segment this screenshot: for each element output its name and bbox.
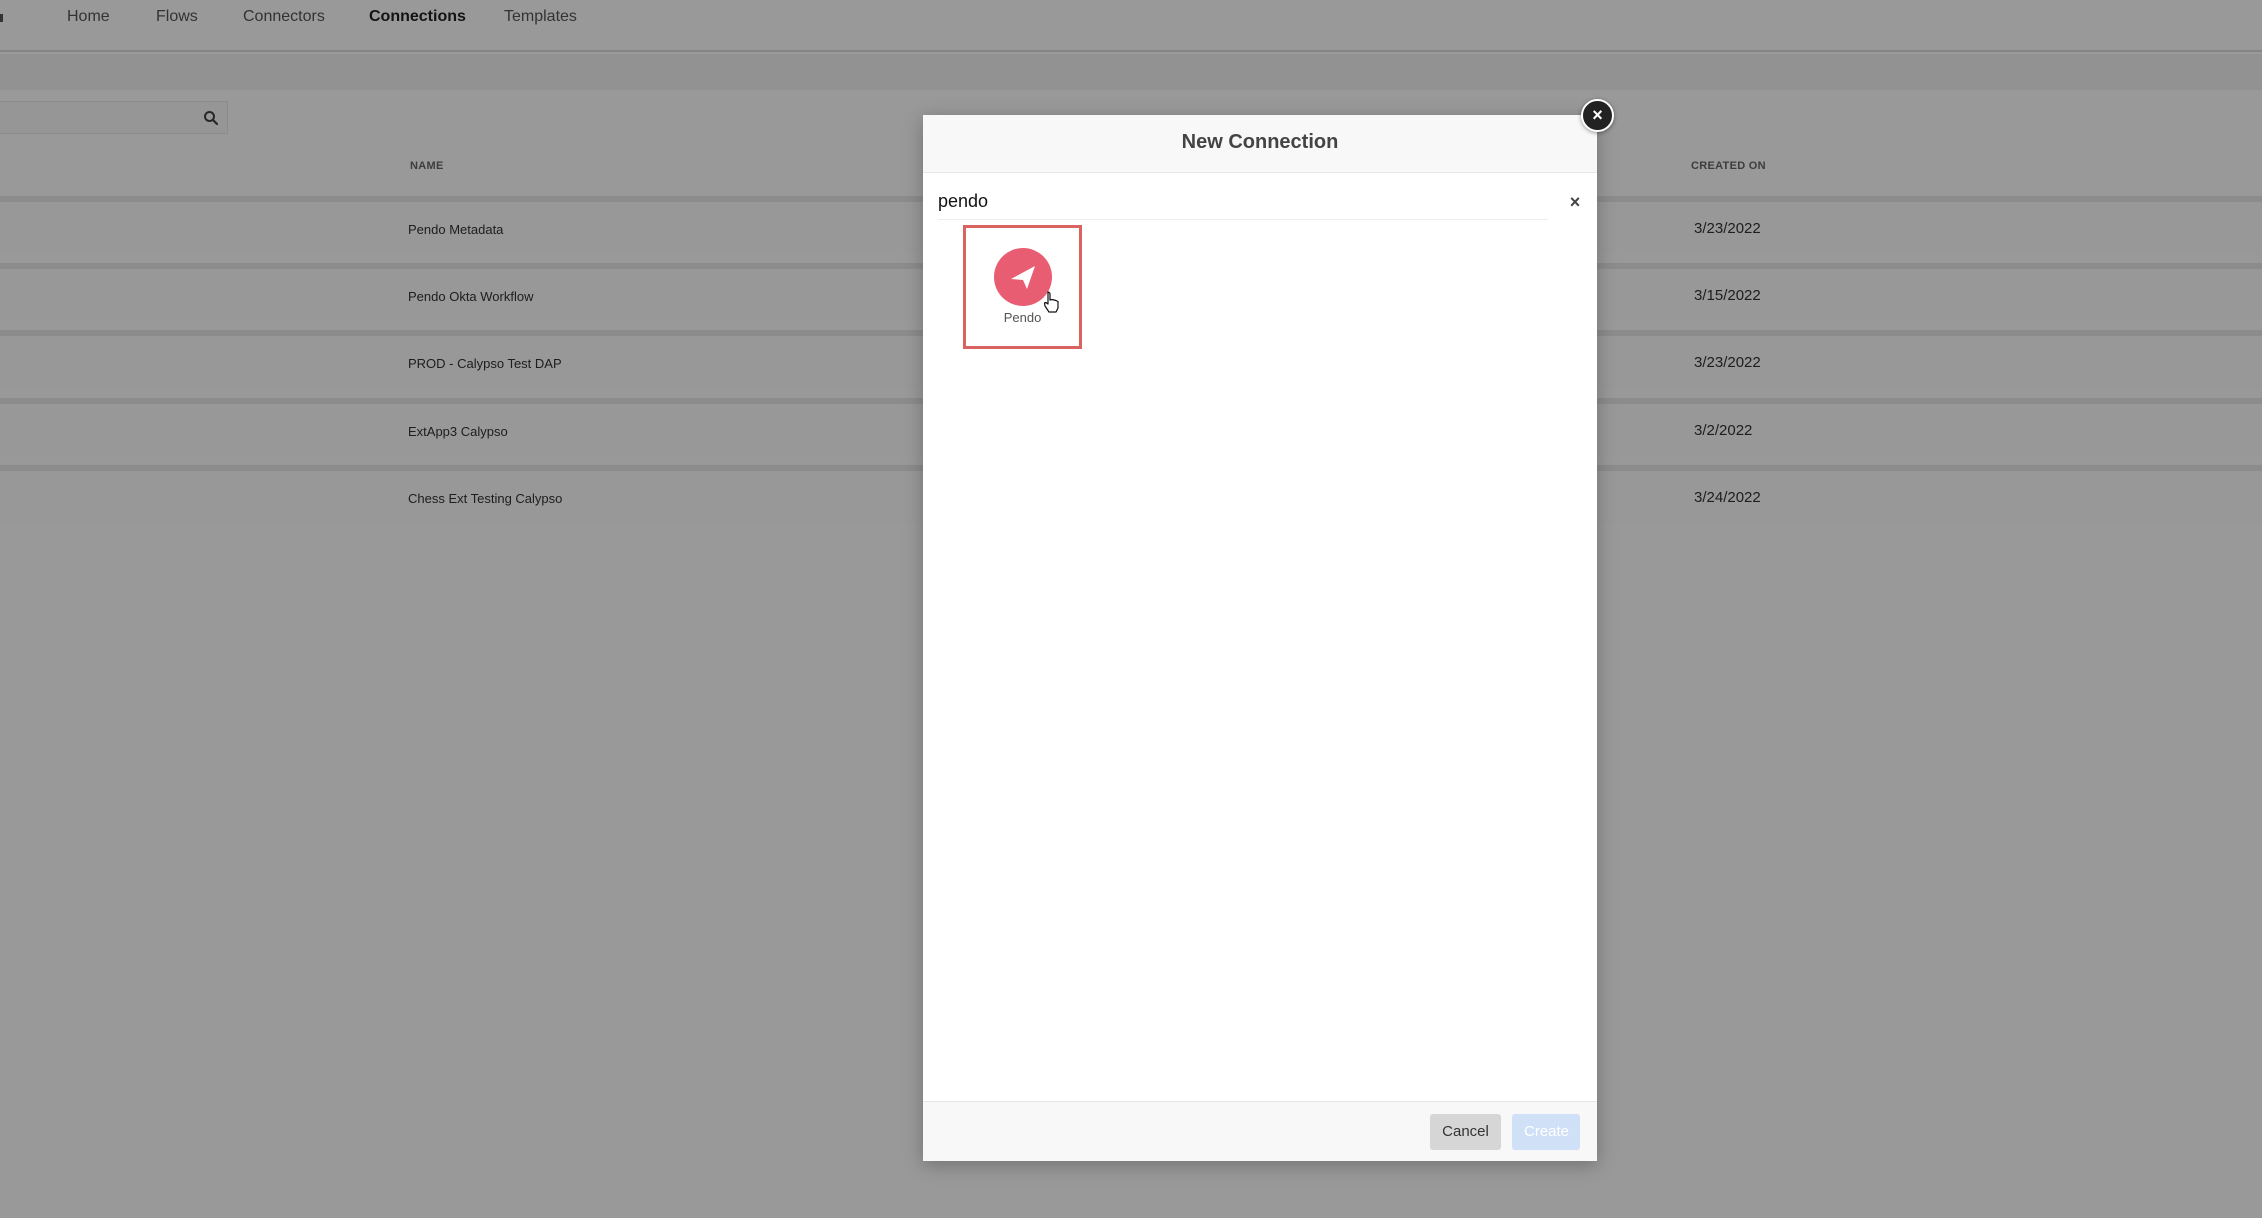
connector-tile-pendo[interactable]: Pendo — [963, 225, 1082, 349]
cancel-button[interactable]: Cancel — [1430, 1114, 1501, 1150]
connector-tile-label: Pendo — [1003, 310, 1042, 325]
connector-search-input[interactable] — [938, 184, 1548, 220]
dialog-title: New Connection — [1181, 131, 1339, 153]
new-connection-dialog: New Connection × Pendo Cancel Create — [923, 115, 1597, 1161]
dialog-footer: Cancel Create — [923, 1101, 1597, 1161]
close-icon: × — [1592, 105, 1603, 125]
connector-search: × — [923, 184, 1597, 220]
dialog-header: New Connection — [923, 115, 1597, 173]
create-button[interactable]: Create — [1512, 1114, 1580, 1150]
hand-pointer-icon — [1043, 291, 1059, 313]
clear-search-icon[interactable]: × — [1565, 192, 1585, 212]
page: Home Flows Connectors Connections Templa… — [0, 0, 2262, 1218]
close-dialog-button[interactable]: × — [1581, 99, 1614, 132]
